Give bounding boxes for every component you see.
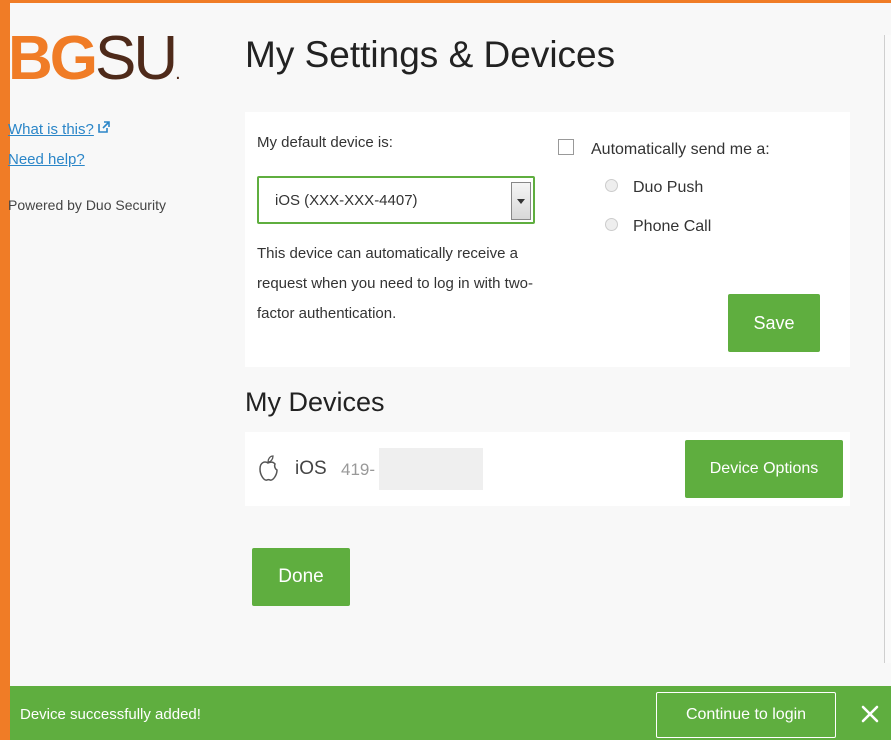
logo-bold: BG <box>8 24 98 93</box>
dropdown-arrow-icon[interactable] <box>511 182 531 220</box>
device-row: iOS 419- Device Options <box>245 432 850 506</box>
notification-message: Device successfully added! <box>20 706 201 723</box>
auto-send-checkbox[interactable] <box>558 139 574 155</box>
what-is-this-link[interactable]: What is this? <box>8 121 110 138</box>
redacted-number <box>379 448 483 490</box>
selected-device-value: iOS (XXX-XXX-4407) <box>275 192 418 209</box>
external-link-icon <box>98 121 110 133</box>
settings-card: My default device is: iOS (XXX-XXX-4407)… <box>245 112 850 367</box>
continue-to-login-button[interactable]: Continue to login <box>656 692 836 738</box>
auto-send-label: Automatically send me a: <box>591 141 770 158</box>
phone-call-radio[interactable] <box>605 218 618 231</box>
phone-call-label: Phone Call <box>633 218 712 235</box>
device-os: iOS <box>295 458 327 479</box>
duo-push-label: Duo Push <box>633 179 704 196</box>
scrollbar[interactable] <box>884 35 891 663</box>
device-number: 419- <box>341 460 376 479</box>
what-is-this-label: What is this? <box>8 121 94 138</box>
duo-push-radio[interactable] <box>605 179 618 192</box>
default-device-select[interactable]: iOS (XXX-XXX-4407) <box>257 176 535 224</box>
save-button[interactable]: Save <box>728 294 820 352</box>
close-icon[interactable] <box>860 704 880 724</box>
device-description: This device can automatically receive a … <box>257 245 533 322</box>
my-devices-heading: My Devices <box>245 387 385 417</box>
logo-rest: SU <box>95 24 178 93</box>
done-button[interactable]: Done <box>252 548 350 606</box>
default-device-label: My default device is: <box>257 134 393 151</box>
logo-dot: . <box>175 62 180 84</box>
need-help-link[interactable]: Need help? <box>8 151 85 168</box>
notification-bar: Device successfully added! Continue to l… <box>10 686 891 740</box>
bgsu-logo: BGSU. <box>8 28 180 104</box>
apple-icon <box>259 455 278 481</box>
device-options-button[interactable]: Device Options <box>685 440 843 498</box>
powered-by-text: Powered by Duo Security <box>8 197 166 213</box>
page-title: My Settings & Devices <box>245 34 616 75</box>
